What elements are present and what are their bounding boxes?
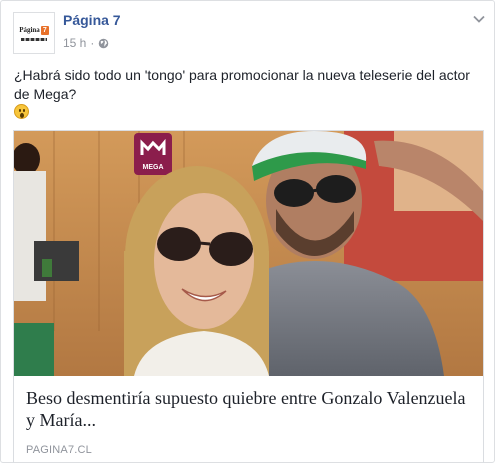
avatar-logo-strip bbox=[21, 37, 47, 41]
chevron-down-icon[interactable] bbox=[473, 15, 485, 23]
photo-illustration: MEGA bbox=[14, 131, 483, 376]
link-domain: PAGINA7.CL bbox=[26, 444, 92, 456]
link-title[interactable]: Beso desmentiría supuesto quiebre entre … bbox=[26, 387, 471, 431]
post-timestamp[interactable]: 15 h bbox=[63, 36, 86, 50]
emoji-row bbox=[14, 104, 29, 124]
avatar-logo: Página 7 bbox=[19, 25, 49, 35]
post-meta: 15 h · bbox=[63, 36, 109, 50]
post-card: Página 7 Página 7 15 h · ¿Habrá sido tod… bbox=[0, 0, 495, 463]
avatar-logo-number: 7 bbox=[40, 25, 49, 35]
post-text: ¿Habrá sido todo un 'tongo' para promoci… bbox=[14, 67, 470, 102]
mega-logo-text: MEGA bbox=[143, 164, 164, 171]
page-avatar[interactable]: Página 7 bbox=[13, 12, 55, 54]
link-preview-image[interactable]: MEGA bbox=[14, 131, 483, 376]
avatar-logo-word: Página bbox=[19, 26, 40, 34]
link-preview-card[interactable]: MEGA Beso desmentiría supuesto quiebre e… bbox=[13, 130, 484, 463]
globe-icon[interactable] bbox=[98, 38, 109, 49]
page-name-link[interactable]: Página 7 bbox=[63, 12, 121, 28]
surprised-face-emoji-icon bbox=[14, 104, 29, 119]
meta-separator: · bbox=[90, 36, 95, 50]
